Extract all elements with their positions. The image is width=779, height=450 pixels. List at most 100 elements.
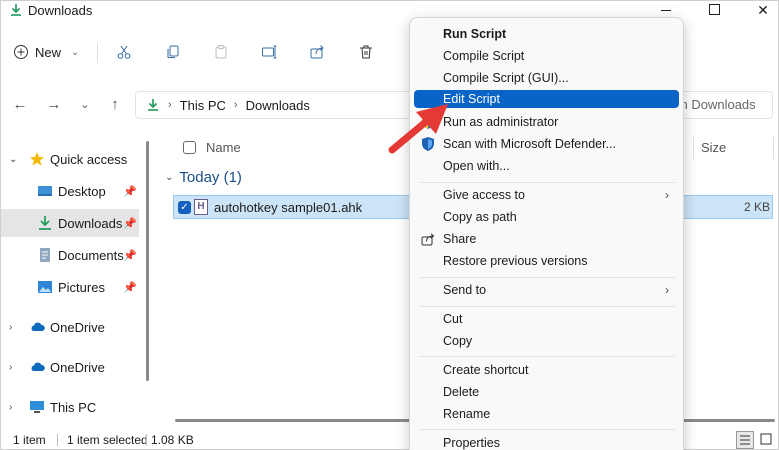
pin-icon[interactable]: 📌 [123,185,137,198]
chevron-right-icon: › [665,188,669,202]
row-checkbox[interactable]: ✓ [178,201,191,214]
toolbar-divider [97,43,98,63]
desktop-icon [38,186,52,196]
trash-icon [360,45,372,59]
document-icon [40,248,50,262]
column-header-size[interactable]: Size [701,140,726,155]
menu-item-label: Compile Script (GUI)... [443,71,569,85]
nav-item-this-pc[interactable]: › This PC [1,393,139,421]
nav-pane-scrollbar[interactable] [146,141,149,381]
chevron-down-icon[interactable]: ⌄ [165,172,173,183]
menu-item-create-shortcut[interactable]: Create shortcut [414,359,679,381]
menu-item-send-to[interactable]: Send to › [414,279,679,301]
menu-item-cut[interactable]: Cut [414,308,679,330]
menu-item-restore-previous-versions[interactable]: Restore previous versions [414,250,679,272]
column-header-name[interactable]: Name [206,140,241,155]
close-button[interactable]: ✕ [746,1,779,21]
menu-item-give-access-to[interactable]: Give access to › [414,184,679,206]
cut-button[interactable] [110,39,138,65]
delete-button[interactable] [352,39,380,65]
cloud-icon [31,322,45,331]
menu-item-label: Run Script [443,27,507,41]
menu-item-label: Edit Script [443,92,500,106]
clipboard-icon [215,45,227,59]
recent-locations-button[interactable]: ⌄ [75,95,95,115]
menu-item-label: Open with... [443,159,510,173]
menu-item-rename[interactable]: Rename [414,403,679,425]
pin-icon[interactable]: 📌 [123,249,137,262]
nav-item-desktop[interactable]: Desktop 📌 [1,177,139,205]
status-divider [57,434,58,446]
menu-item-scan-defender[interactable]: Scan with Microsoft Defender... [414,133,679,155]
list-view-icon [740,435,750,445]
menu-item-compile-script[interactable]: Compile Script [414,45,679,67]
tile-view-icon [760,433,772,445]
menu-item-edit-script[interactable]: Edit Script [414,90,679,108]
picture-icon [38,281,52,293]
breadcrumb-this-pc[interactable]: This PC [180,98,226,113]
menu-item-label: Restore previous versions [443,254,588,268]
chevron-down-icon[interactable]: ⌄ [9,154,17,165]
defender-shield-icon [422,137,434,151]
menu-item-label: Scan with Microsoft Defender... [443,137,616,151]
menu-item-label: Copy as path [443,210,517,224]
nav-item-onedrive-2-label: OneDrive [50,359,105,375]
status-size: 1.08 KB [151,433,194,447]
ahk-file-icon: H [194,199,208,215]
back-button[interactable]: ← [10,95,30,115]
menu-item-copy[interactable]: Copy [414,330,679,352]
menu-item-label: Copy [443,334,473,348]
menu-item-label: Compile Script [443,49,525,63]
nav-item-downloads[interactable]: Downloads 📌 [1,209,139,237]
group-header-today[interactable]: ⌄ Today (1) [165,169,242,186]
nav-item-onedrive-2[interactable]: › OneDrive [1,353,139,381]
up-button[interactable]: ↑ [105,95,125,115]
tiles-view-button[interactable] [758,431,776,449]
rename-icon [262,45,277,59]
download-icon [11,4,21,16]
cloud-icon [31,362,45,371]
status-selected: 1 item selected [67,433,148,447]
share-icon [421,233,435,246]
nav-item-documents-label: Documents [58,247,124,263]
menu-item-share[interactable]: Share [414,228,679,250]
menu-item-label: Delete [443,385,480,399]
breadcrumb-downloads[interactable]: Downloads [246,98,310,113]
download-icon [39,216,51,230]
menu-item-compile-script-gui[interactable]: Compile Script (GUI)... [414,67,679,89]
pin-icon[interactable]: 📌 [123,217,137,230]
forward-button[interactable]: → [44,95,64,115]
rename-button[interactable] [255,39,283,65]
details-view-button[interactable] [736,431,754,449]
menu-item-copy-as-path[interactable]: Copy as path [414,206,679,228]
column-divider[interactable] [693,137,694,159]
copy-icon [167,45,179,58]
menu-item-run-script[interactable]: Run Script [414,23,679,45]
menu-item-properties[interactable]: Properties [414,432,679,450]
nav-quick-access-label: Quick access [50,151,128,167]
menu-divider [420,182,675,183]
star-icon [30,152,44,166]
menu-item-run-as-administrator[interactable]: Run as administrator [414,111,679,133]
maximize-button[interactable] [699,1,729,21]
nav-quick-access[interactable]: ⌄ Quick access [1,145,139,173]
nav-item-documents[interactable]: Documents 📌 [1,241,139,269]
pin-icon[interactable]: 📌 [123,281,137,294]
new-button[interactable]: New ⌄ [13,39,79,65]
menu-divider [420,429,675,430]
menu-divider [420,356,675,357]
paste-button[interactable] [207,39,235,65]
menu-item-label: Create shortcut [443,363,529,377]
scissors-icon [117,45,131,59]
menu-item-open-with[interactable]: Open with... [414,155,679,177]
chevron-right-icon[interactable]: › [9,322,12,333]
nav-item-onedrive-1[interactable]: › OneDrive [1,313,139,341]
menu-item-delete[interactable]: Delete [414,381,679,403]
chevron-right-icon[interactable]: › [9,402,12,413]
share-button[interactable] [303,39,331,65]
select-all-checkbox[interactable] [183,141,196,154]
copy-button[interactable] [159,39,187,65]
nav-item-pictures[interactable]: Pictures 📌 [1,273,139,301]
column-divider[interactable] [773,137,774,159]
chevron-right-icon[interactable]: › [9,362,12,373]
